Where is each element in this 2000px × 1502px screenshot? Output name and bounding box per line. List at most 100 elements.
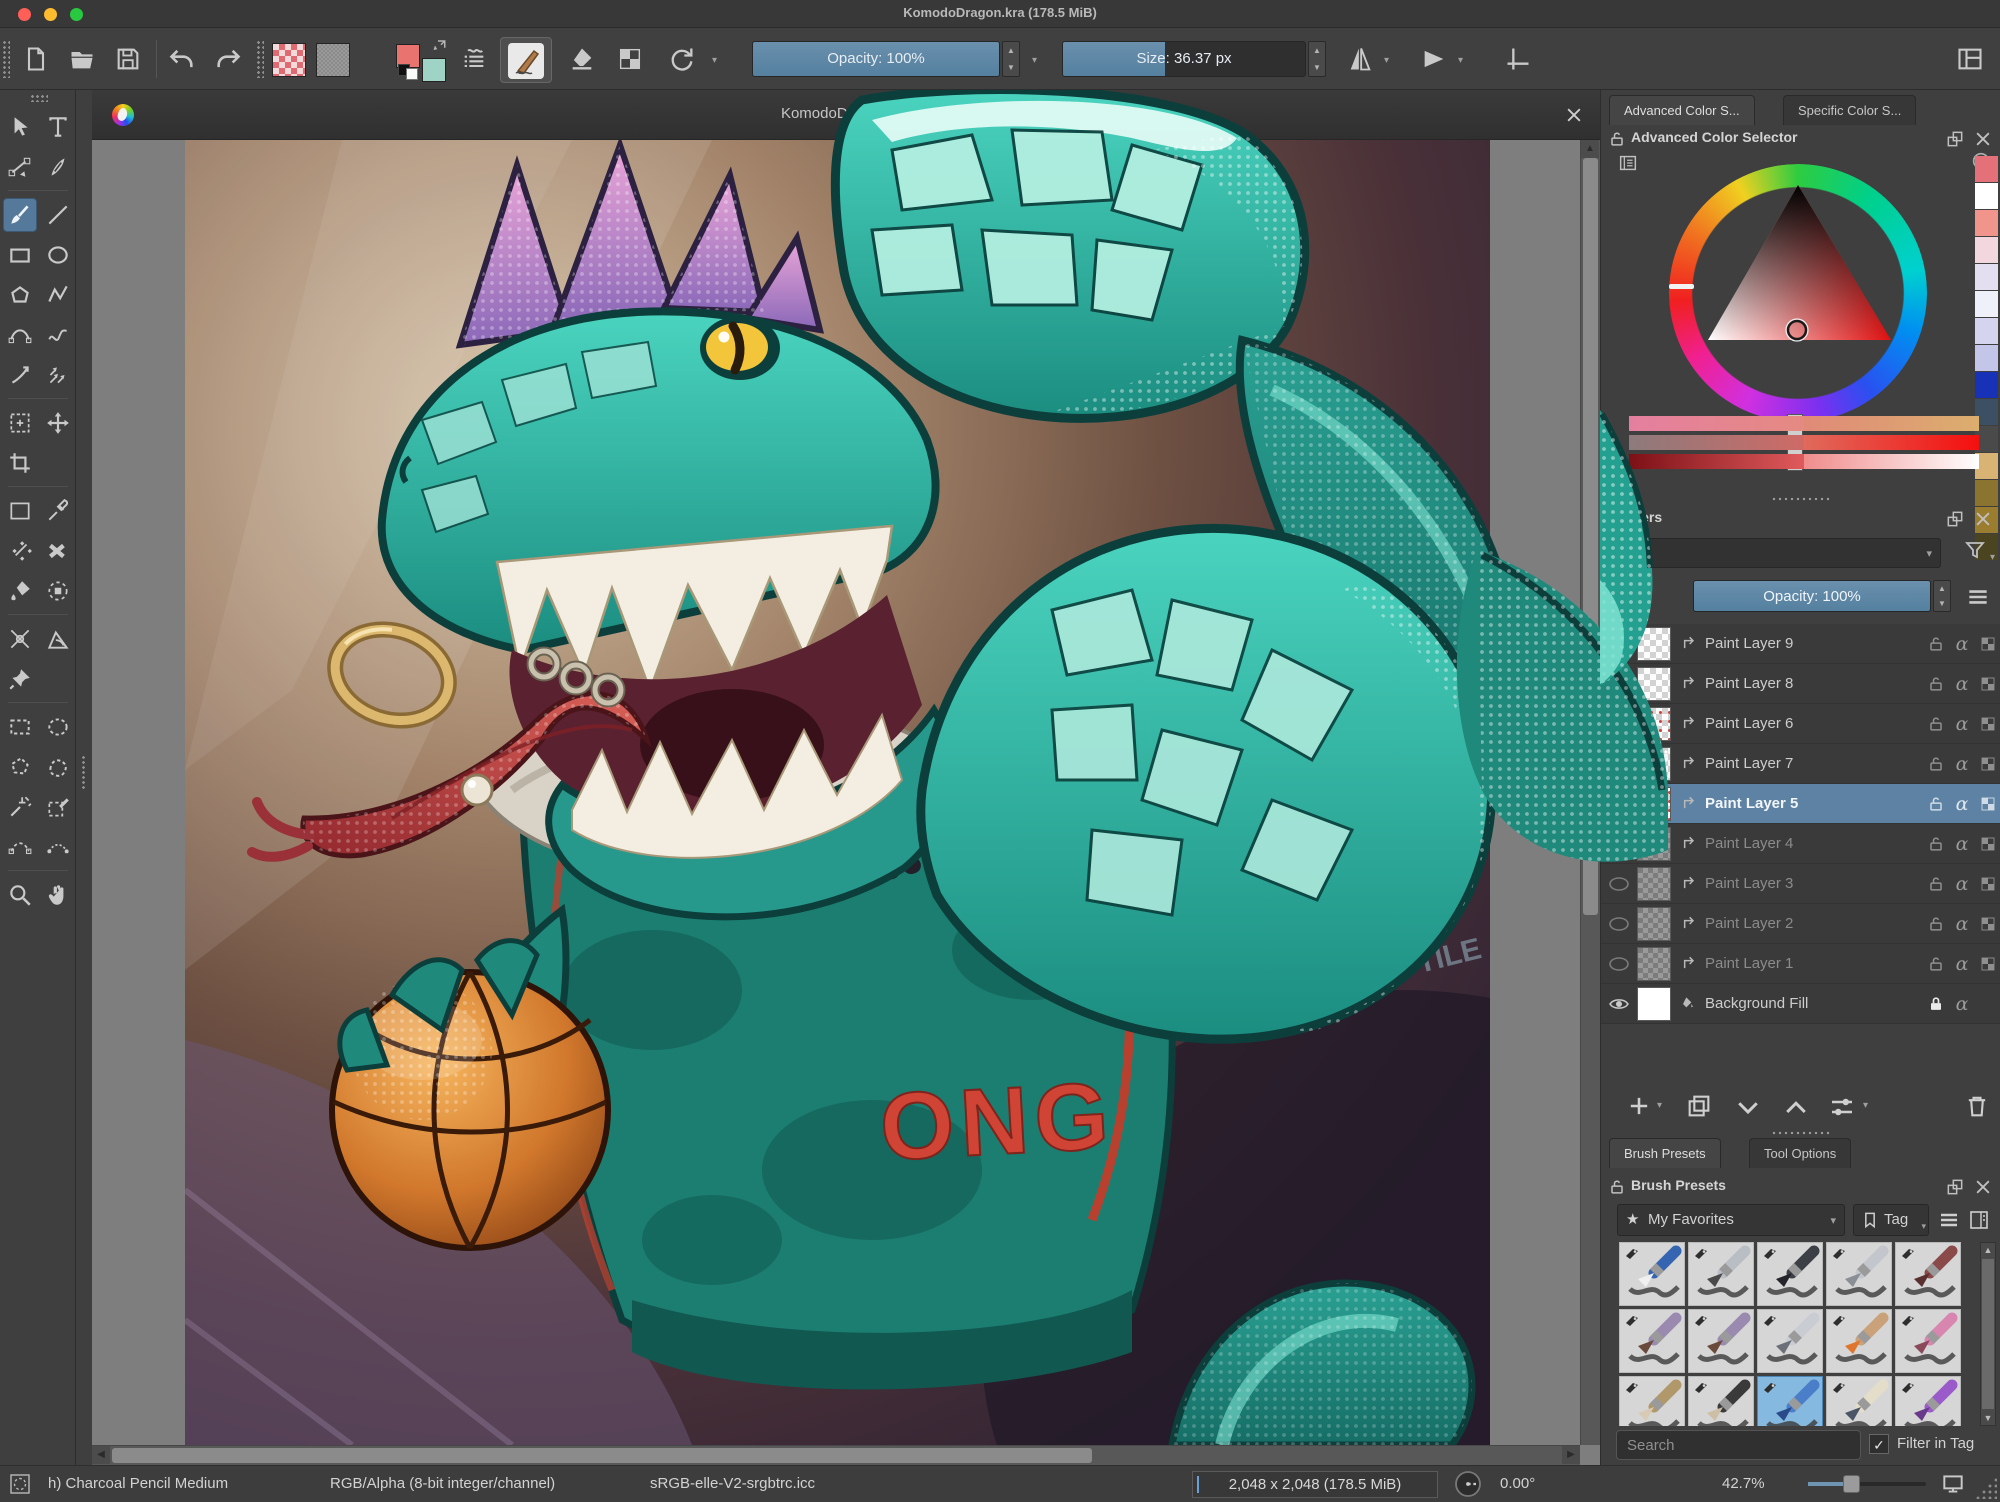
layer-row[interactable]: Background Fillα <box>1601 984 2000 1024</box>
alpha-lock-icon[interactable]: α <box>1949 713 1975 735</box>
layer-hidden-icon[interactable] <box>1601 952 1637 976</box>
alpha-lock-icon[interactable]: α <box>1949 673 1975 695</box>
color-history[interactable] <box>1975 156 1998 561</box>
shade-row[interactable] <box>1629 416 1979 431</box>
layer-unlocked-icon[interactable] <box>1923 834 1949 854</box>
layer-properties-icon[interactable] <box>1827 1092 1857 1122</box>
history-swatch[interactable] <box>1975 183 1998 209</box>
chevron-down-icon[interactable]: ▾ <box>1384 55 1389 66</box>
swap-colors-icon[interactable] <box>432 38 450 56</box>
brush-preset-round-brush-2[interactable] <box>1688 1309 1754 1373</box>
eraser-mode-icon[interactable] <box>568 45 596 73</box>
layer-thumbnail[interactable] <box>1637 627 1671 661</box>
docker-splitter[interactable] <box>1771 496 1831 502</box>
tool-line[interactable] <box>41 198 75 232</box>
lock-docker-icon[interactable] <box>1607 129 1627 149</box>
tab-brush-presets[interactable]: Brush Presets <box>1609 1138 1721 1168</box>
scroll-up-arrow[interactable]: ▲ <box>1581 140 1599 158</box>
selector-settings-icon[interactable] <box>1617 152 1639 174</box>
history-swatch[interactable] <box>1975 480 1998 506</box>
layer-visible-icon[interactable] <box>1601 752 1637 776</box>
splitter-handle[interactable] <box>81 755 87 791</box>
vertical-scroll-thumb[interactable] <box>1583 158 1598 915</box>
layer-visible-icon[interactable] <box>1601 792 1637 816</box>
tool-select-shapes[interactable] <box>3 110 37 144</box>
workspace-chooser-icon[interactable] <box>1956 45 1984 73</box>
history-swatch[interactable] <box>1975 291 1998 317</box>
close-docker-icon[interactable] <box>1973 509 1993 529</box>
canvas-rotation-dial[interactable] <box>1452 1468 1484 1500</box>
save-icon[interactable] <box>114 45 142 73</box>
tool-smart-patch[interactable] <box>41 534 75 568</box>
tool-transform[interactable] <box>3 406 37 440</box>
tool-text[interactable] <box>41 110 75 144</box>
blending-mode-dropdown[interactable]: ▾ <box>1629 538 1941 568</box>
chevron-down-icon[interactable]: ▾ <box>1032 55 1037 66</box>
layer-opacity-slider[interactable]: Opacity: 100% <box>1693 580 1931 612</box>
layer-row[interactable]: Paint Layer 9α <box>1601 624 2000 664</box>
brush-preset-maroon-brush[interactable] <box>1895 1242 1961 1306</box>
layer-hidden-icon[interactable] <box>1601 832 1637 856</box>
canvas-vertical-scrollbar[interactable]: ▲ <box>1580 140 1600 1445</box>
layer-visible-icon[interactable] <box>1601 712 1637 736</box>
chevron-down-icon[interactable]: ▾ <box>712 55 717 66</box>
selection-mode-icon[interactable] <box>8 1472 32 1496</box>
layer-menu-icon[interactable] <box>1965 584 1991 610</box>
saturation-value-triangle[interactable] <box>1669 164 1927 422</box>
brush-search-input[interactable] <box>1616 1430 1861 1460</box>
brush-preset-blender-brush[interactable] <box>1688 1376 1754 1426</box>
tool-bezier-select[interactable] <box>3 830 37 864</box>
edit-brush-settings-icon[interactable] <box>460 45 488 73</box>
brush-preset-marker[interactable] <box>1757 1309 1823 1373</box>
inherit-alpha-icon[interactable] <box>1975 715 2000 733</box>
resize-grip[interactable] <box>1975 1477 1997 1499</box>
brush-preset-charcoal-pencil[interactable] <box>1757 1242 1823 1306</box>
size-spinner[interactable]: ▲▼ <box>1308 41 1326 77</box>
alpha-lock-icon[interactable]: α <box>1949 793 1975 815</box>
reload-preset-icon[interactable] <box>668 45 696 73</box>
float-docker-icon[interactable] <box>1945 1177 1965 1197</box>
alpha-lock-icon[interactable]: α <box>1949 833 1975 855</box>
brush-preset-orange-brush[interactable] <box>1826 1309 1892 1373</box>
default-colors-white[interactable] <box>406 68 418 80</box>
layer-row[interactable]: Paint Layer 8α <box>1601 664 2000 704</box>
layer-locked-icon[interactable] <box>1923 994 1949 1014</box>
undo-icon[interactable] <box>168 45 196 73</box>
layer-unlocked-icon[interactable] <box>1923 714 1949 734</box>
layer-filter-icon[interactable] <box>1963 538 1987 562</box>
close-document-icon[interactable] <box>1564 105 1584 125</box>
layer-row[interactable]: Paint Layer 3α <box>1601 864 2000 904</box>
duplicate-layer-icon[interactable] <box>1685 1092 1713 1120</box>
brush-preset-pink-pencil[interactable] <box>1895 1309 1961 1373</box>
layer-unlocked-icon[interactable] <box>1923 874 1949 894</box>
close-docker-icon[interactable] <box>1973 129 1993 149</box>
tool-zoom[interactable] <box>3 878 37 912</box>
redo-icon[interactable] <box>214 45 242 73</box>
mirror-horizontal-icon[interactable] <box>1346 45 1374 73</box>
zoom-slider[interactable] <box>1808 1482 1926 1486</box>
tool-rect-select[interactable] <box>3 710 37 744</box>
layer-unlocked-icon[interactable] <box>1923 754 1949 774</box>
brush-preset-bristle-brush[interactable] <box>1619 1376 1685 1426</box>
brush-preset-blue-pencil[interactable] <box>1757 1376 1823 1426</box>
alpha-lock-icon[interactable]: α <box>1949 993 1975 1015</box>
alpha-lock-icon[interactable]: α <box>1949 953 1975 975</box>
layer-unlocked-icon[interactable] <box>1923 674 1949 694</box>
layer-thumbnail[interactable] <box>1637 867 1671 901</box>
layer-unlocked-icon[interactable] <box>1923 634 1949 654</box>
tool-assistants[interactable] <box>3 622 37 656</box>
close-docker-icon[interactable] <box>1973 1177 1993 1197</box>
preserve-alpha-icon[interactable] <box>616 45 644 73</box>
layer-thumbnail[interactable] <box>1637 947 1671 981</box>
brush-preset-round-brush[interactable] <box>1619 1309 1685 1373</box>
inherit-alpha-icon[interactable] <box>1975 955 2000 973</box>
layer-visible-icon[interactable] <box>1601 672 1637 696</box>
shade-left[interactable] <box>1629 416 1804 431</box>
opacity-slider[interactable]: Opacity: 100% <box>752 41 1000 77</box>
tool-patch[interactable] <box>3 534 37 568</box>
shade-row[interactable] <box>1629 435 1979 450</box>
tag-filter-dropdown[interactable]: ★ My Favorites ▾ <box>1617 1204 1845 1236</box>
opacity-spinner[interactable]: ▲▼ <box>1002 41 1020 77</box>
lock-docker-icon[interactable] <box>1607 1177 1627 1197</box>
alpha-lock-icon[interactable]: α <box>1949 633 1975 655</box>
